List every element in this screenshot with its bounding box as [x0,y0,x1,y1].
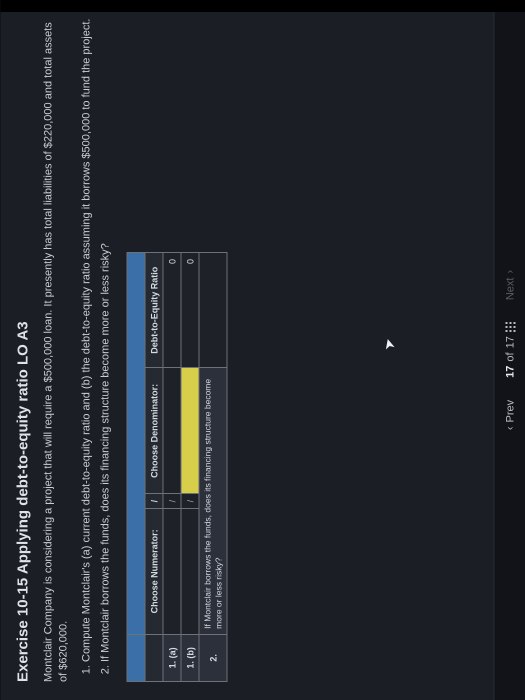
exercise-intro: Montclair Company is considering a proje… [41,18,71,682]
answer-table: Choose Numerator: / Choose Denominator: … [126,252,226,682]
grid-icon [505,322,515,332]
row-label-2: 2. [199,634,226,681]
requirement-2: If Montclair borrows the funds, does its… [98,18,113,662]
ratio-output-1b: 0 [181,253,199,368]
page-indicator[interactable]: 17 of 17 [502,318,518,382]
col-sep: / [145,494,163,509]
page-sep: of [504,352,516,361]
numerator-input-1a[interactable] [163,508,181,634]
col-ratio: Debt-to-Equity Ratio [145,253,163,368]
ratio-output-1a: 0 [163,253,181,368]
col-denominator: Choose Denominator: [145,368,163,494]
page-total: 17 [504,336,516,348]
table-row: 1. (b) / 0 [181,253,199,682]
table-blue-header [127,253,145,682]
chevron-right-icon: › [504,270,516,274]
col-numerator: Choose Numerator: [145,508,163,634]
table-header-row: Choose Numerator: / Choose Denominator: … [145,253,163,682]
answer-table-wrap: Choose Numerator: / Choose Denominator: … [126,252,226,682]
q2-answer-input[interactable] [199,253,226,368]
denominator-input-1b[interactable] [181,368,199,494]
denominator-input-1a[interactable] [163,368,181,494]
prev-label: Prev [504,400,516,423]
footer-nav: ‹ Prev 17 of 17 Next › [493,0,525,700]
q2-text: If Montclair borrows the funds, does its… [199,368,226,634]
device-edge [0,0,525,12]
cursor-icon: ➤ [379,336,398,352]
row-label-1a: 1. (a) [163,634,181,681]
prev-button[interactable]: ‹ Prev [502,396,518,434]
sep-1b: / [181,494,199,509]
requirement-1: Compute Montclair's (a) current debt-to-… [79,18,94,662]
requirements-list: Compute Montclair's (a) current debt-to-… [79,18,113,682]
table-row: 1. (a) / 0 [163,253,181,682]
numerator-input-1b[interactable] [181,508,199,634]
problem-page: Exercise 10-15 Applying debt-to-equity r… [0,0,493,700]
chevron-left-icon: ‹ [504,426,516,430]
sep-1a: / [163,494,181,509]
exercise-title: Exercise 10-15 Applying debt-to-equity r… [14,18,31,682]
next-label: Next [504,278,516,301]
next-button[interactable]: Next › [502,266,518,304]
page-current: 17 [504,366,516,378]
row-label-1b: 1. (b) [181,634,199,681]
table-row-q2: 2. If Montclair borrows the funds, does … [199,253,226,682]
